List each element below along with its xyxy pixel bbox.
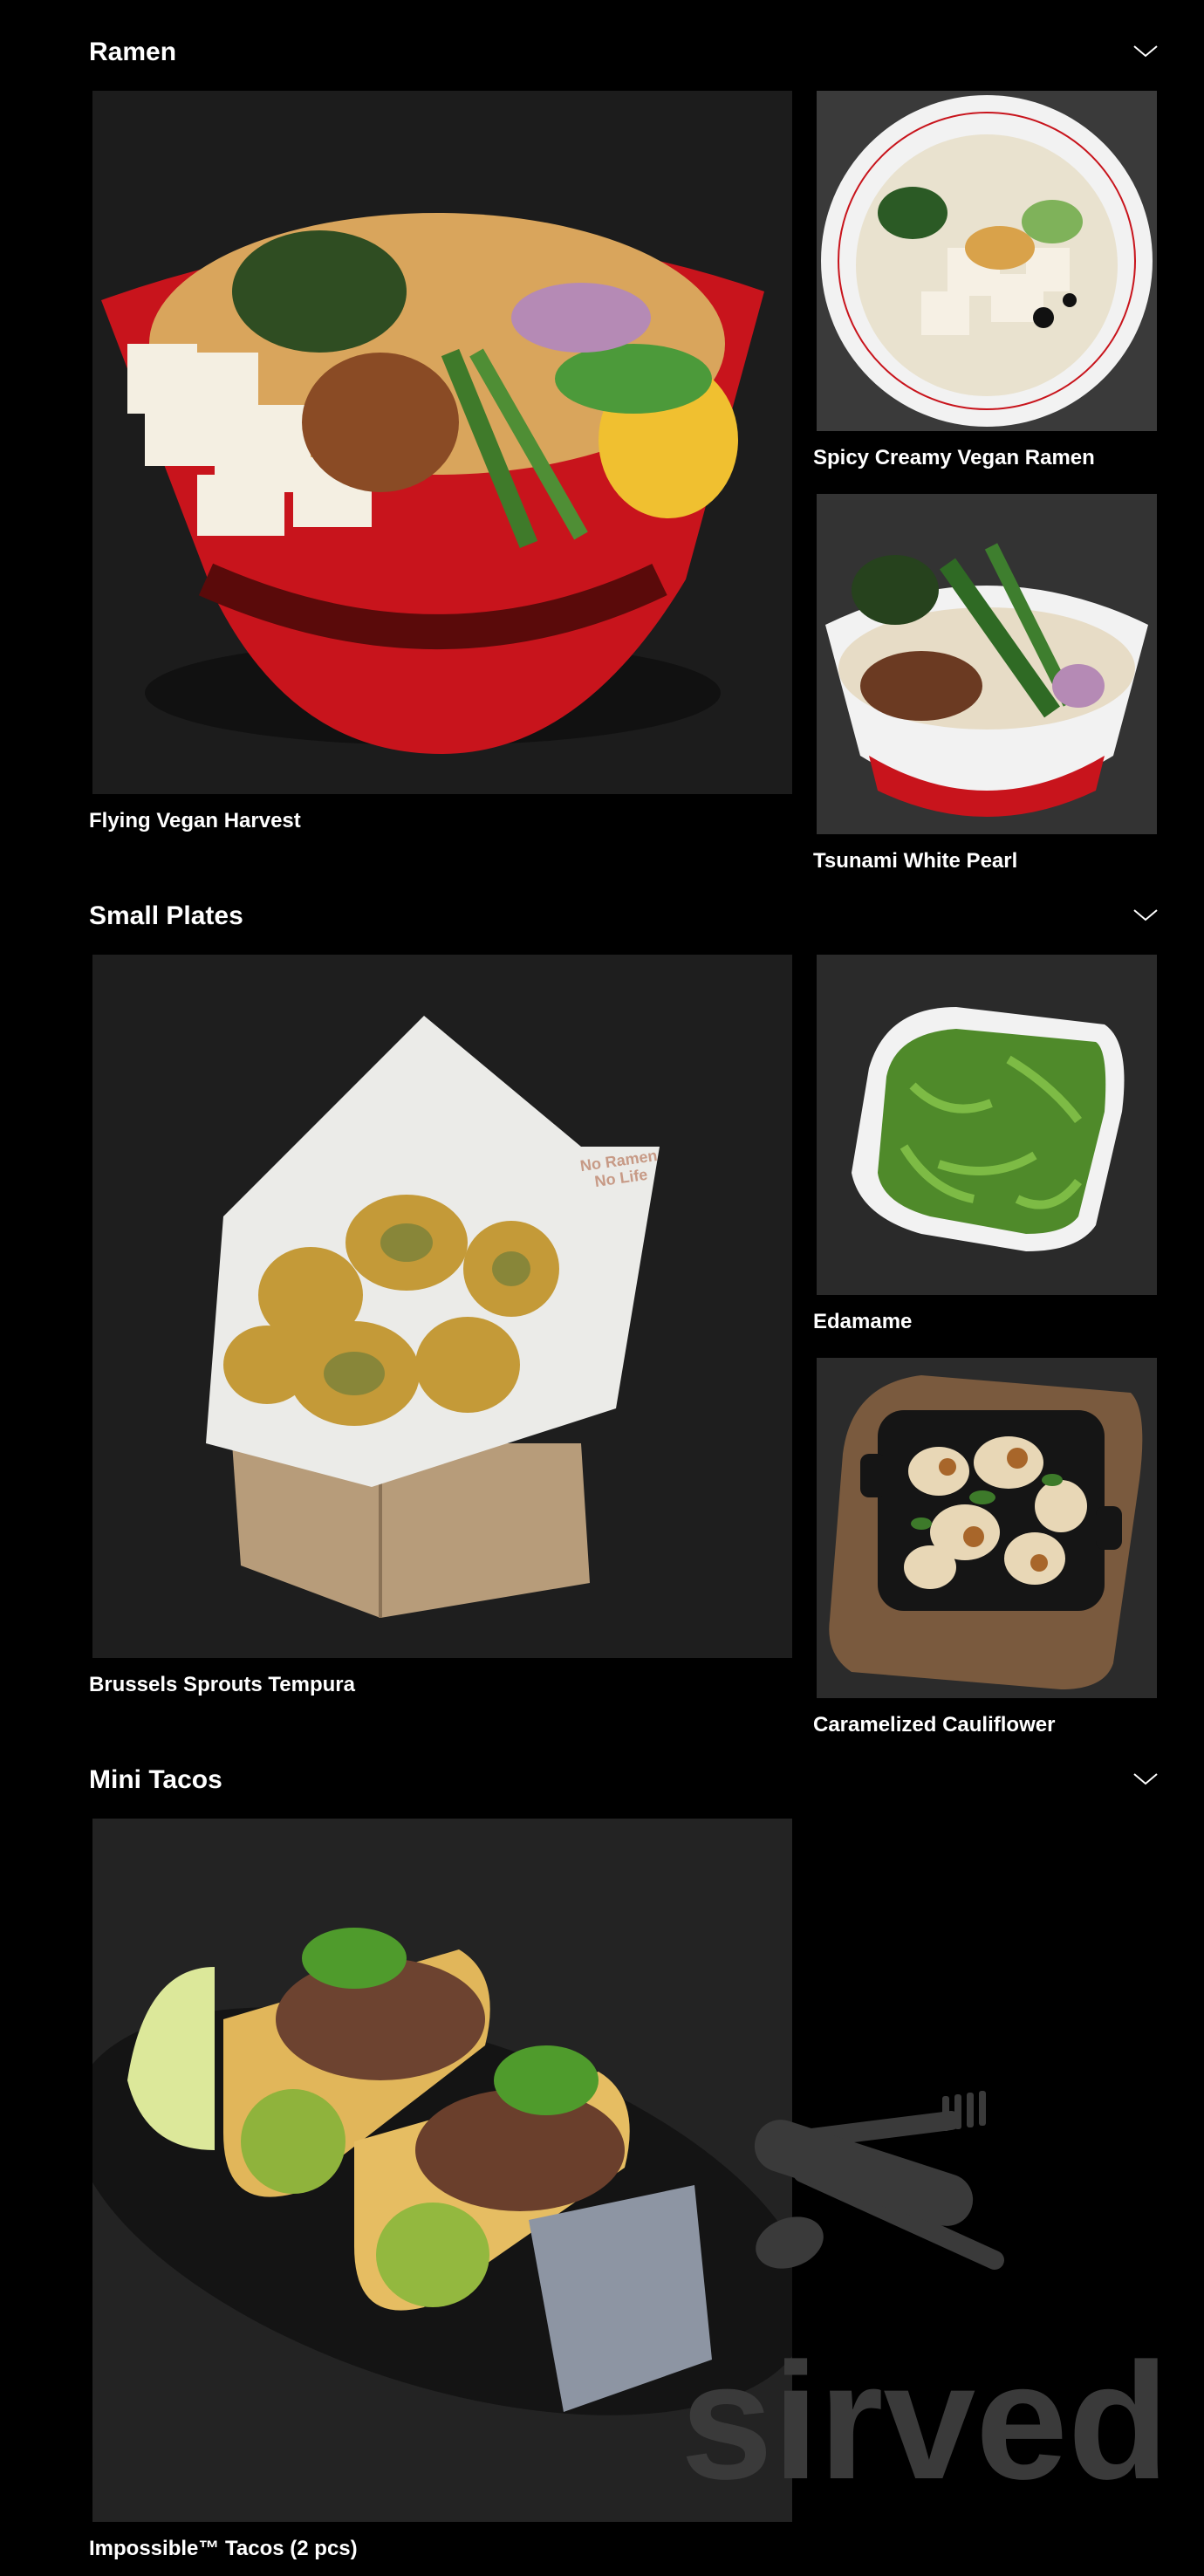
- chevron-down-icon[interactable]: [1132, 42, 1159, 59]
- item-name[interactable]: Caramelized Cauliflower: [813, 1712, 1055, 1738]
- item-photo-brussels-sprouts-tempura[interactable]: No Ramen No Life: [92, 955, 792, 1658]
- item-name[interactable]: Spicy Creamy Vegan Ramen: [813, 445, 1095, 471]
- chevron-down-icon[interactable]: [1132, 906, 1159, 923]
- item-photo-caramelized-cauliflower[interactable]: [817, 1358, 1157, 1698]
- section-title: Ramen: [89, 38, 177, 66]
- item-photo-edamame[interactable]: [817, 955, 1157, 1295]
- section-title: Small Plates: [89, 901, 243, 930]
- item-name[interactable]: Edamame: [813, 1309, 912, 1335]
- section-title: Mini Tacos: [89, 1765, 222, 1794]
- item-name[interactable]: Tsunami White Pearl: [813, 848, 1017, 874]
- section-header-ramen[interactable]: Ramen: [0, 26, 1204, 79]
- section-header-mini-tacos[interactable]: Mini Tacos: [0, 1754, 1204, 1806]
- item-photo-spicy-creamy-vegan-ramen[interactable]: [817, 91, 1157, 431]
- item-name[interactable]: Brussels Sprouts Tempura: [89, 1672, 355, 1698]
- chevron-down-icon[interactable]: [1132, 1770, 1159, 1787]
- svg-text:sirved: sirved: [681, 2329, 1169, 2504]
- sirved-watermark: sirved: [681, 2086, 1169, 2514]
- item-name[interactable]: Impossible™ Tacos (2 pcs): [89, 2536, 358, 2562]
- section-header-small-plates[interactable]: Small Plates: [0, 890, 1204, 942]
- item-photo-tsunami-white-pearl[interactable]: [817, 494, 1157, 834]
- item-photo-flying-vegan-harvest[interactable]: [92, 91, 792, 794]
- item-name[interactable]: Flying Vegan Harvest: [89, 808, 301, 834]
